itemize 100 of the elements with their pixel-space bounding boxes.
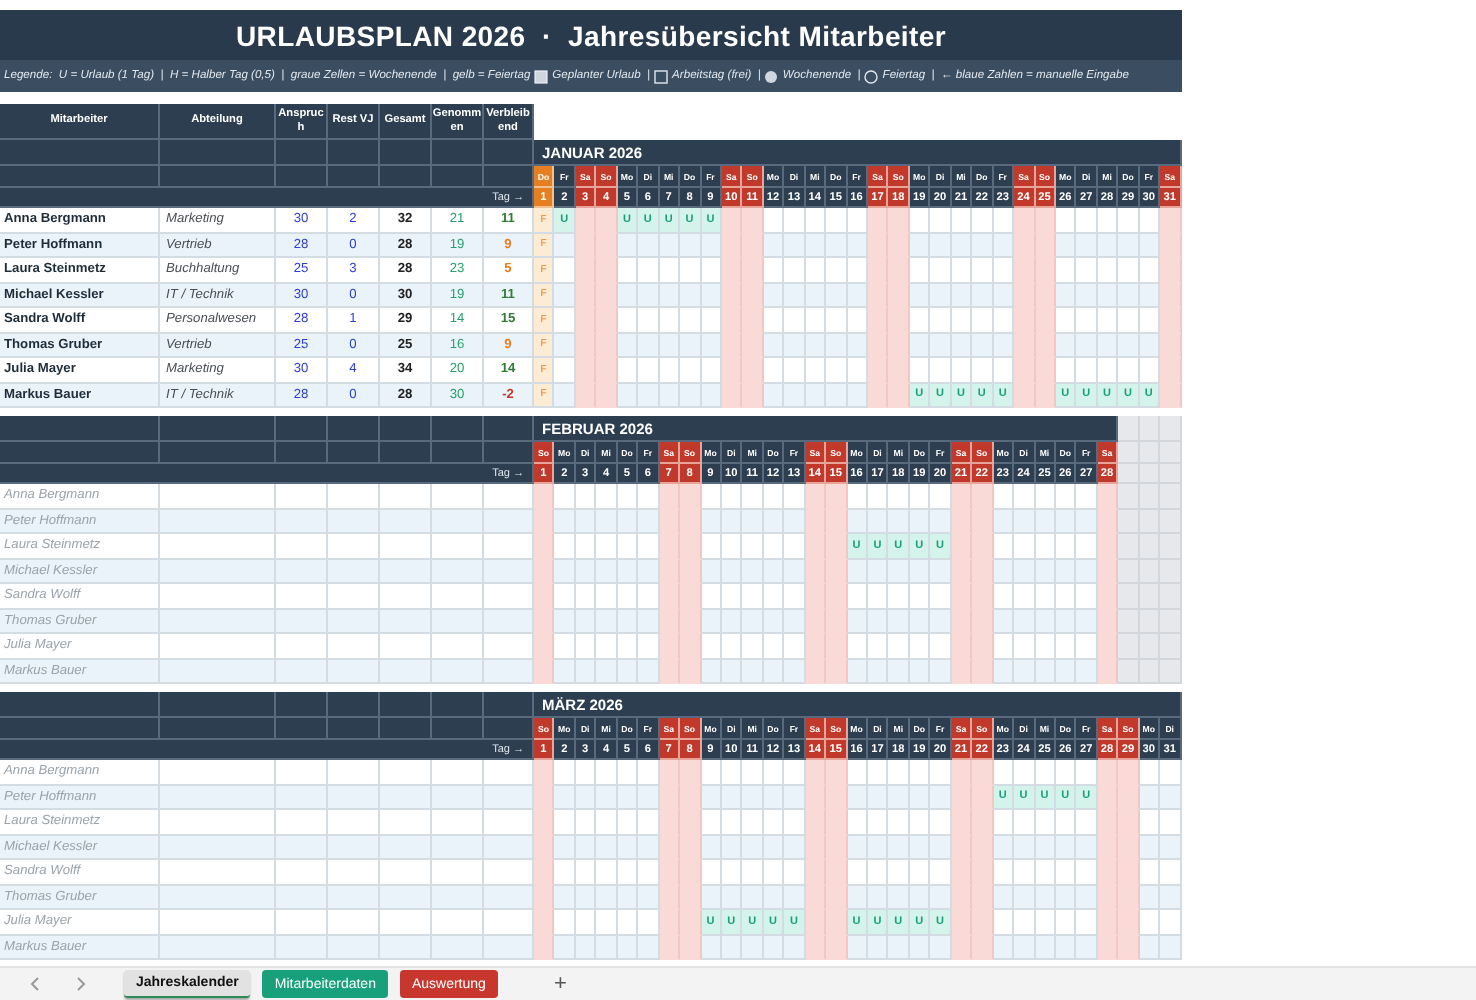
table-cell [276,835,328,860]
header-cell [276,416,328,442]
table-cell [160,810,276,835]
table-cell [1160,442,1182,464]
header-cell [484,718,534,740]
table-cell [276,584,328,609]
table-cell [276,935,328,960]
header-cell [276,166,328,188]
table-cell [1160,534,1182,559]
table-cell [1160,416,1182,442]
table-cell [380,559,432,584]
table-cell [160,885,276,910]
table-cell [380,885,432,910]
header-cell [328,442,380,464]
header-cell [276,692,328,718]
header-cell [328,166,380,188]
table-cell [276,484,328,509]
chevron-left-icon[interactable] [30,976,42,992]
table-cell [160,935,276,960]
table-cell [1118,509,1140,534]
table-cell [328,835,380,860]
header-cell [276,442,328,464]
table-cell [484,760,534,785]
table-cell [160,559,276,584]
table-cell [328,584,380,609]
table-cell [160,835,276,860]
header-cell [432,442,484,464]
table-cell [380,760,432,785]
header-cell [328,692,380,718]
table-cell [328,760,380,785]
table-cell [328,609,380,634]
table-cell [432,835,484,860]
header-cell [328,140,380,166]
table-cell [432,534,484,559]
table-cell [1118,584,1140,609]
table-cell [160,609,276,634]
table-cell [380,910,432,935]
header-cell [160,718,276,740]
table-cell [160,785,276,810]
header-cell [380,416,432,442]
table-cell [484,634,534,659]
header-cell [328,718,380,740]
table-cell [276,785,328,810]
table-cell [380,609,432,634]
table-cell [484,484,534,509]
table-cell [328,634,380,659]
header-cell [432,718,484,740]
header-cell [160,442,276,464]
header-cell [432,166,484,188]
header-cell [484,166,534,188]
table-cell [1118,416,1140,442]
table-cell [160,509,276,534]
table-cell [276,910,328,935]
table-cell [380,835,432,860]
table-cell [328,885,380,910]
table-cell [1118,464,1140,484]
table-cell [432,910,484,935]
table-cell [484,509,534,534]
filled-circle-icon [764,69,779,83]
table-cell [160,760,276,785]
table-cell [328,785,380,810]
table-cell [432,810,484,835]
table-cell [1118,609,1140,634]
header-cell [484,416,534,442]
table-cell [160,910,276,935]
table-cell [160,584,276,609]
table-cell [432,760,484,785]
add-sheet-button[interactable]: + [553,972,567,996]
chevron-right-icon[interactable] [74,976,86,992]
table-cell [484,659,534,684]
header-cell [276,140,328,166]
table-cell [380,534,432,559]
table-cell [380,484,432,509]
table-cell [160,860,276,885]
header-cell [432,416,484,442]
table-cell [328,935,380,960]
table-cell [276,634,328,659]
header-cell [380,692,432,718]
header-cell [380,166,432,188]
table-cell [1160,659,1182,684]
table-cell [160,659,276,684]
table-cell [432,885,484,910]
header-cell [160,166,276,188]
table-cell [276,534,328,559]
table-cell [432,509,484,534]
table-cell [328,484,380,509]
table-cell [328,910,380,935]
table-cell [1118,634,1140,659]
table-cell [160,534,276,559]
table-cell [276,509,328,534]
table-cell [1118,659,1140,684]
table-cell [380,634,432,659]
table-cell [276,810,328,835]
table-cell [380,785,432,810]
table-cell [432,634,484,659]
table-cell [276,885,328,910]
circle-icon [864,69,879,83]
table-cell [1118,559,1140,584]
header-cell [432,140,484,166]
header-cell [484,692,534,718]
